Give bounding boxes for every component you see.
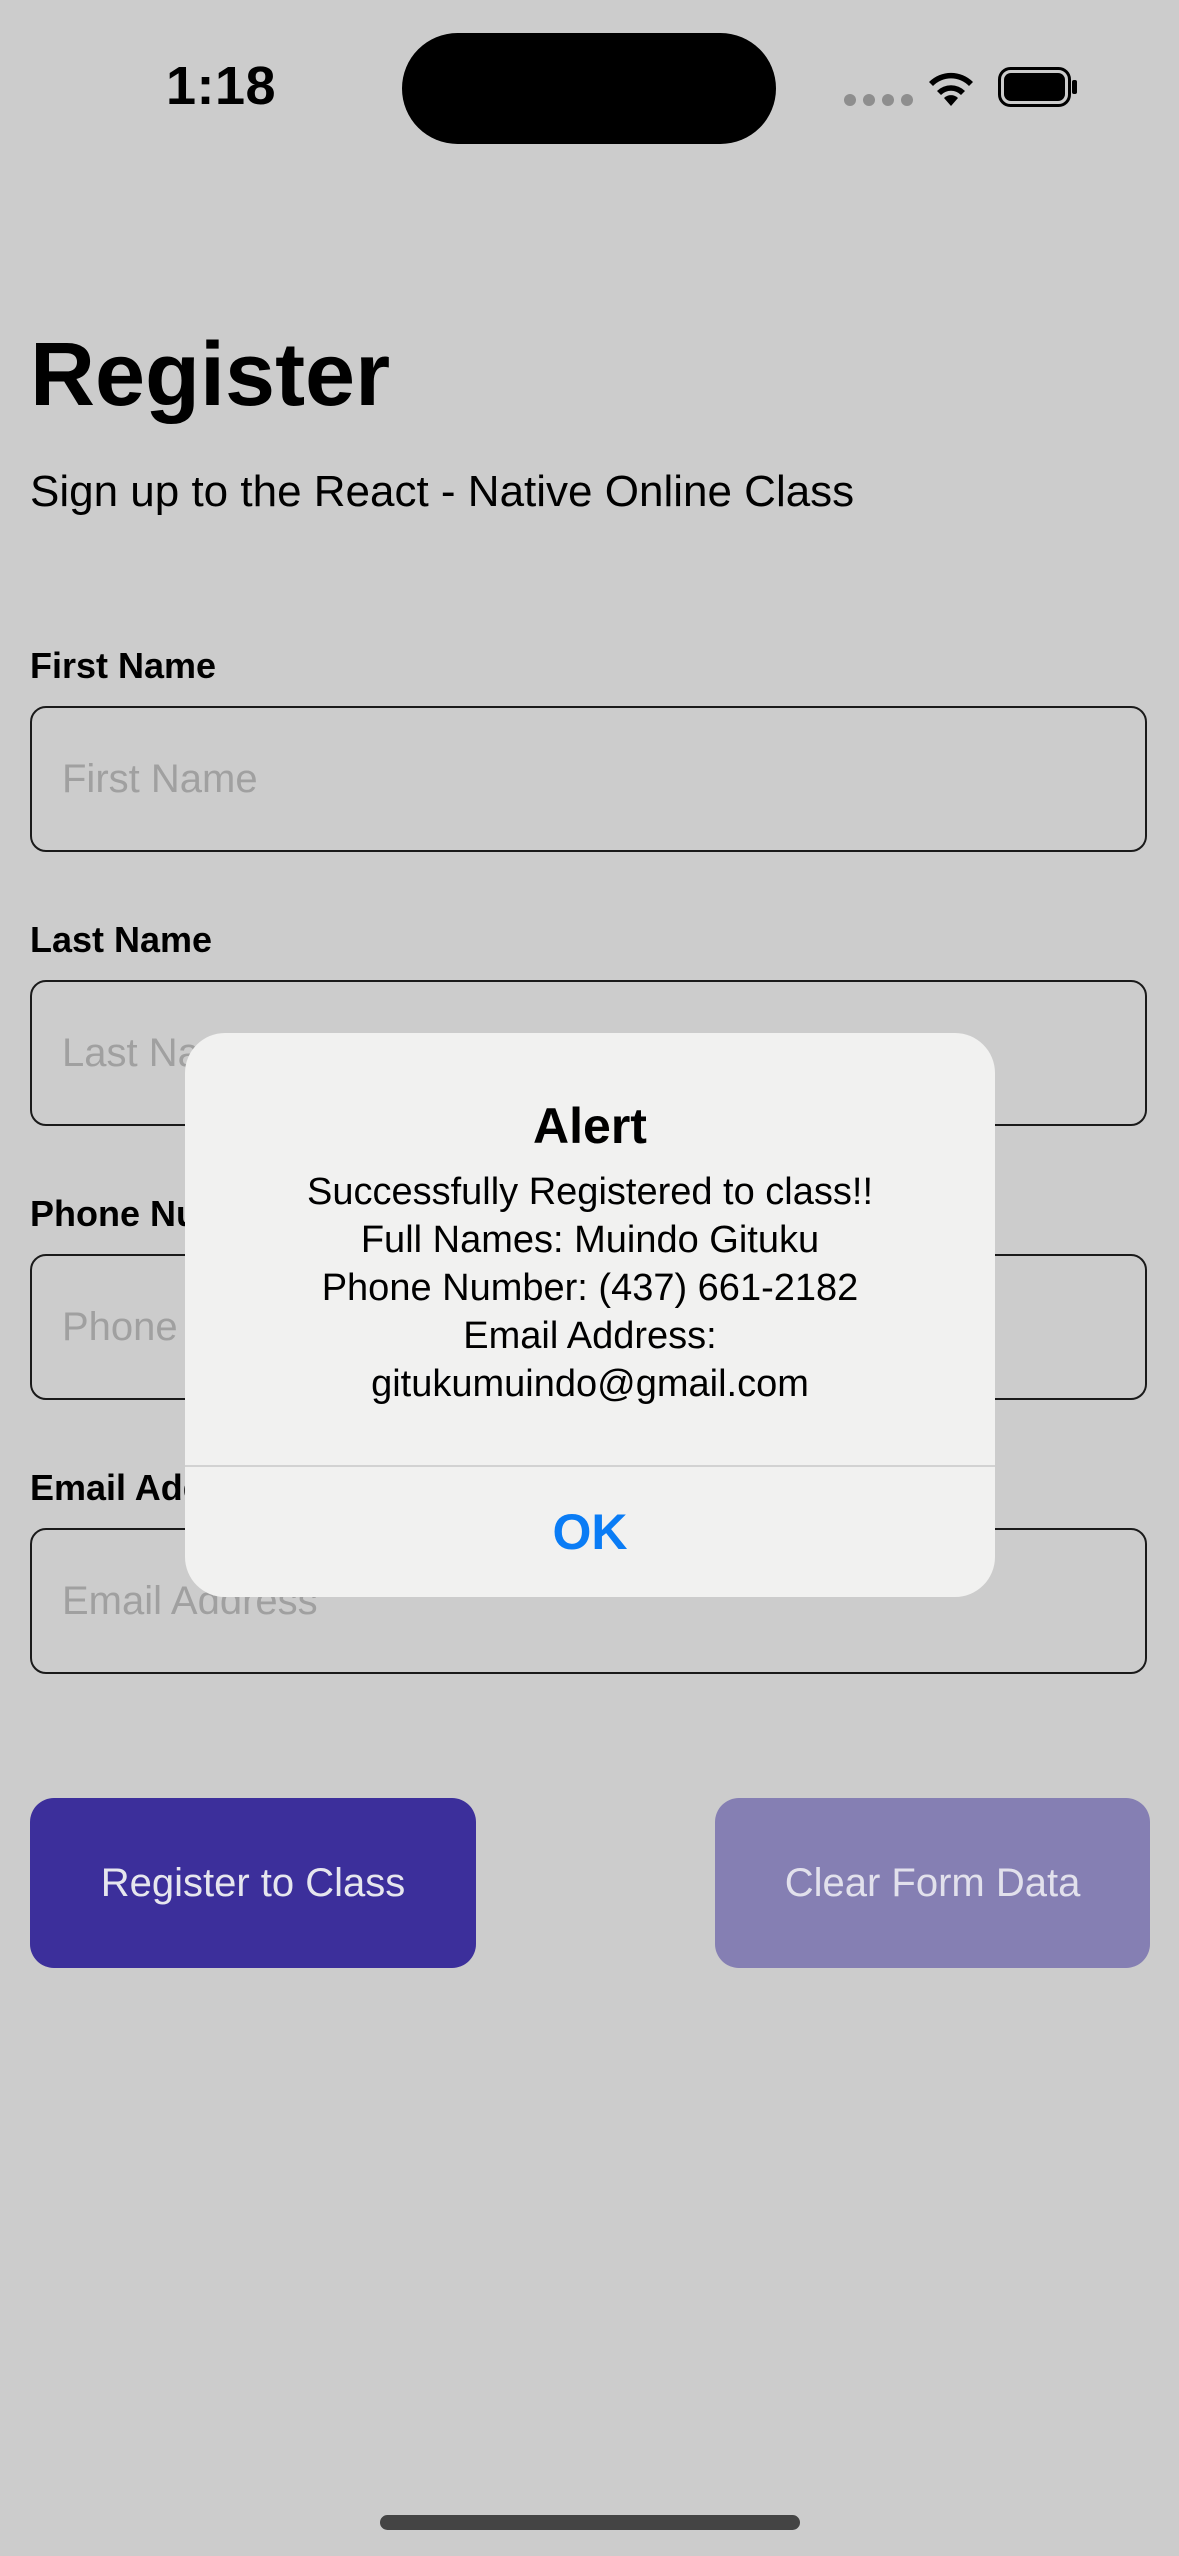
alert-message-line: Successfully Registered to class!! [306,1171,873,1213]
status-time: 1:18 [166,56,277,116]
home-indicator[interactable] [380,2515,800,2530]
alert-message-line: Email Address: [463,1315,717,1357]
alert-title: Alert [533,1098,647,1154]
alert-message-line: Phone Number: (437) 661-2182 [321,1267,859,1309]
wifi-icon [929,72,973,106]
alert-message-line: Full Names: Muindo Gituku [360,1219,820,1261]
last-name-label: Last Name [30,919,213,960]
page-subtitle: Sign up to the React - Native Online Cla… [30,467,855,516]
first-name-label: First Name [30,645,217,686]
alert-ok-button[interactable]: OK [185,1467,995,1597]
alert-message-line: gitukumuindo@gmail.com [371,1363,809,1405]
cellular-signal-icon [844,94,913,106]
alert-message: Successfully Registered to class!! Full … [205,1168,975,1408]
alert-dialog: Alert Successfully Registered to class!!… [185,1033,995,1597]
first-name-input[interactable] [30,706,1147,852]
clear-form-button[interactable]: Clear Form Data [715,1798,1150,1968]
battery-icon [998,67,1077,107]
register-button[interactable]: Register to Class [30,1798,476,1968]
dynamic-island [402,33,776,144]
page-title: Register [30,325,391,425]
